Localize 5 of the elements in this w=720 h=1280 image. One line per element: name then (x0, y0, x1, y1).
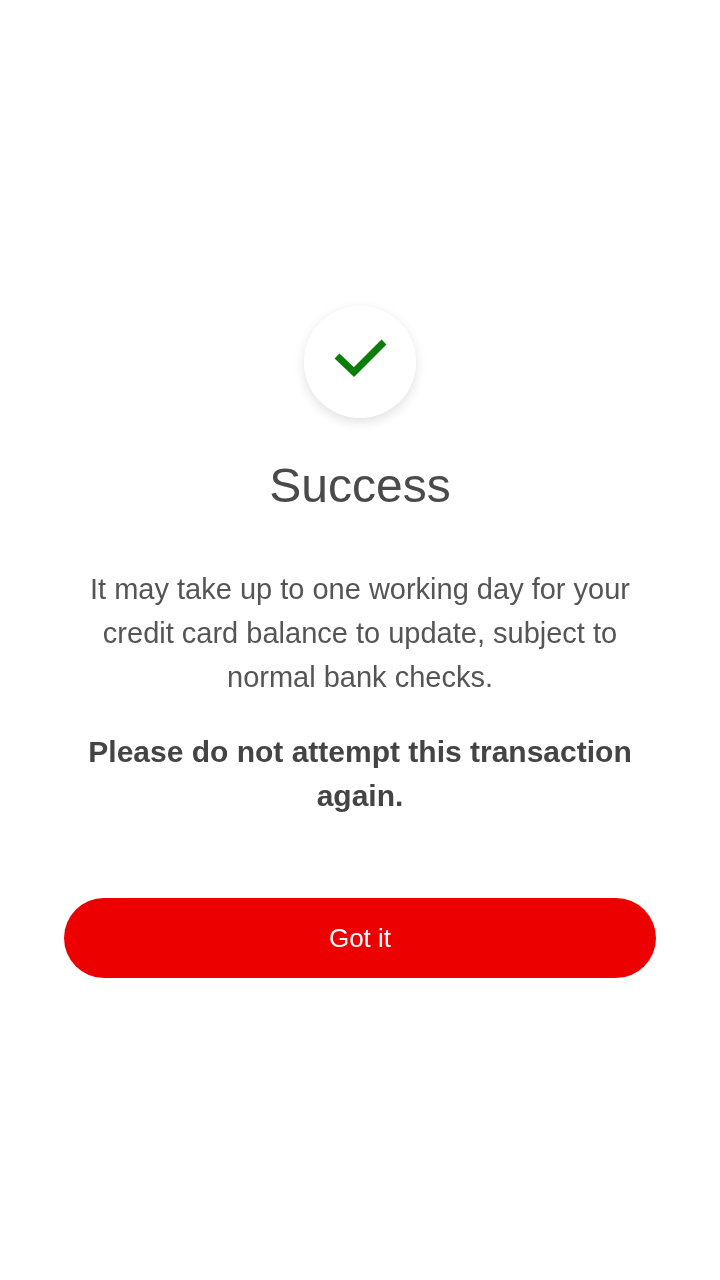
success-title: Success (269, 458, 451, 514)
check-icon (304, 306, 416, 418)
got-it-button[interactable]: Got it (64, 898, 656, 978)
info-message: It may take up to one working day for your credit card balance to update, subject to normal bank checks. (89, 572, 631, 695)
warning-message: Please do not attempt this transaction again. (87, 734, 633, 814)
